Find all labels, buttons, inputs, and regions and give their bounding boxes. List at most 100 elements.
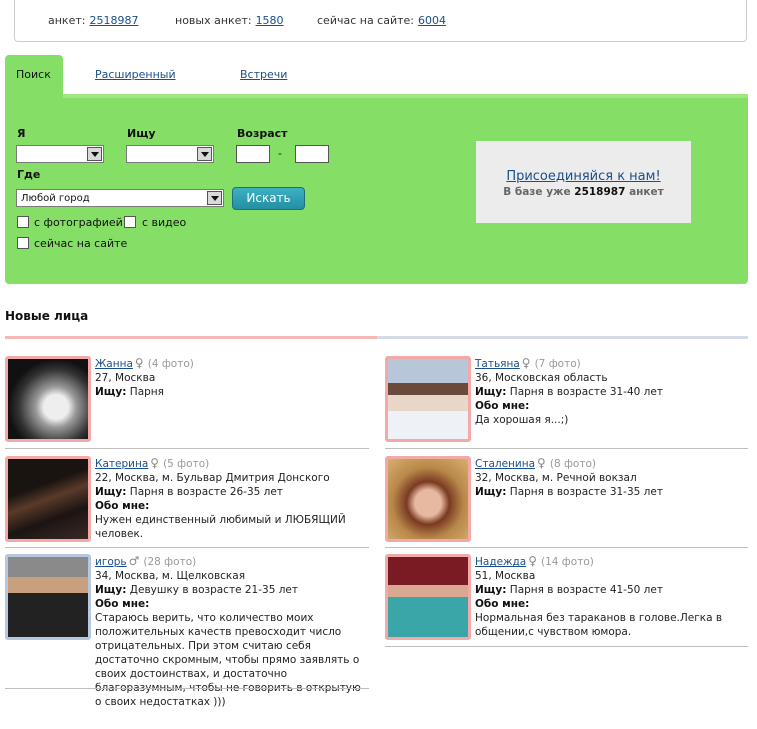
profile-seek: Парня в возрасте 31-40 лет bbox=[509, 386, 663, 398]
profile-photo[interactable] bbox=[5, 356, 91, 442]
female-icon: ♀ bbox=[537, 456, 546, 470]
seek-label: Ищу: bbox=[475, 486, 507, 498]
new-faces-divider-right bbox=[377, 336, 748, 339]
search-button[interactable]: Искать bbox=[232, 187, 305, 210]
avatar bbox=[388, 459, 468, 539]
profile-name-link[interactable]: Катерина bbox=[95, 458, 148, 470]
profile-details: 27, Москва bbox=[95, 372, 156, 384]
seek-label: Ищу: bbox=[95, 486, 127, 498]
profile-info: Катерина ♀ (5 фото) 22, Москва, м. Бульвар… bbox=[95, 456, 370, 541]
stat-online: сейчас на сайте: 6004 bbox=[317, 14, 446, 27]
stat-profiles-label: анкет: bbox=[48, 14, 86, 27]
photo-count: (14 фото) bbox=[541, 556, 594, 568]
city-select[interactable]: Любой город bbox=[16, 189, 224, 207]
card-separator bbox=[5, 688, 369, 689]
gender-label: Я bbox=[17, 127, 26, 140]
online-now-label: сейчас на сайте bbox=[34, 237, 128, 250]
profile-photo[interactable] bbox=[385, 356, 471, 442]
age-dash: - bbox=[278, 147, 282, 160]
profile-details: 22, Москва, м. Бульвар Дмитрия Донского bbox=[95, 472, 330, 484]
tab-search[interactable]: Поиск bbox=[5, 55, 63, 97]
female-icon: ♀ bbox=[528, 554, 537, 568]
tab-advanced-label: Расширенный bbox=[95, 68, 176, 81]
photo-count: (4 фото) bbox=[147, 358, 194, 370]
profile-about: Да хорошая я...;) bbox=[475, 414, 569, 426]
profile-about: Стараюсь верить, что количество моих пол… bbox=[95, 612, 361, 708]
stat-new-label: новых анкет: bbox=[175, 14, 252, 27]
age-from-input[interactable] bbox=[236, 145, 270, 163]
profile-name-link[interactable]: Надежда bbox=[475, 556, 526, 568]
profile-name-link[interactable]: игорь bbox=[95, 556, 127, 568]
profile-name-link[interactable]: Жанна bbox=[95, 358, 133, 370]
photo-count: (28 фото) bbox=[143, 556, 197, 568]
photo-count: (8 фото) bbox=[549, 458, 596, 470]
age-to-input[interactable] bbox=[295, 145, 329, 163]
new-faces-divider-left bbox=[5, 336, 377, 339]
profile-details: 51, Москва bbox=[475, 570, 536, 582]
card-separator bbox=[385, 646, 748, 647]
panel-top-border bbox=[63, 94, 748, 98]
profile-photo[interactable] bbox=[5, 456, 91, 542]
stat-profiles-link[interactable]: 2518987 bbox=[89, 14, 138, 27]
seek-label: Ищу bbox=[127, 127, 156, 140]
profile-info: Надежда ♀ (14 фото) 51, Москва Ищу: Парня … bbox=[475, 554, 750, 639]
stat-new-link[interactable]: 1580 bbox=[256, 14, 284, 27]
profile-seek: Парня в возрасте 41-50 лет bbox=[509, 584, 663, 596]
profile-about: Нужен единственный любимый и ЛЮБЯЩИЙ чел… bbox=[95, 514, 346, 540]
profile-details: 34, Москва, м. Щелковская bbox=[95, 570, 246, 582]
profile-photo[interactable] bbox=[385, 554, 471, 640]
chevron-down-icon[interactable] bbox=[87, 147, 102, 161]
profile-seek: Девушку в возрасте 21-35 лет bbox=[129, 584, 299, 596]
about-label: Обо мне: bbox=[475, 400, 530, 412]
avatar bbox=[388, 359, 468, 439]
join-text-after: анкет bbox=[629, 186, 664, 198]
profile-about: Нормальная без тараканов в голове.Легка … bbox=[475, 612, 723, 638]
online-now-checkbox[interactable] bbox=[17, 237, 29, 249]
photo-count: (5 фото) bbox=[163, 458, 210, 470]
card-separator bbox=[5, 547, 369, 548]
seek-label: Ищу: bbox=[95, 386, 127, 398]
with-video-checkbox[interactable] bbox=[124, 216, 136, 228]
join-text: В базе уже 2518987 анкет bbox=[476, 186, 691, 198]
profile-info: Татьяна ♀ (7 фото) 36, Московская область … bbox=[475, 356, 750, 427]
profile-name-link[interactable]: Татьяна bbox=[475, 358, 520, 370]
stat-online-label: сейчас на сайте: bbox=[317, 14, 414, 27]
female-icon: ♀ bbox=[134, 356, 144, 370]
about-label: Обо мне: bbox=[95, 500, 150, 512]
with-photo-label: с фотографией bbox=[34, 216, 123, 229]
with-video-label: с видео bbox=[142, 216, 187, 229]
profile-seek: Парня в возрасте 26-35 лет bbox=[129, 486, 283, 498]
profile-photo[interactable] bbox=[5, 554, 91, 640]
profile-details: 36, Московская область bbox=[475, 372, 608, 384]
profile-name-link[interactable]: Сталенина bbox=[475, 458, 535, 470]
seek-select[interactable] bbox=[126, 145, 214, 163]
join-link[interactable]: Присоединяйся к нам! bbox=[476, 169, 691, 184]
new-faces-title: Новые лица bbox=[5, 309, 89, 323]
card-separator bbox=[385, 448, 748, 449]
card-separator bbox=[385, 547, 748, 548]
male-icon: ♂ bbox=[128, 554, 140, 568]
chevron-down-icon[interactable] bbox=[207, 191, 222, 205]
age-label: Возраст bbox=[237, 127, 288, 140]
profile-photo[interactable] bbox=[385, 456, 471, 542]
with-photo-checkbox[interactable] bbox=[17, 216, 29, 228]
seek-label: Ищу: bbox=[475, 584, 507, 596]
tab-meetings-label: Встречи bbox=[240, 68, 288, 81]
female-icon: ♀ bbox=[150, 456, 160, 470]
profile-seek: Парня bbox=[129, 386, 164, 398]
stat-online-link[interactable]: 6004 bbox=[418, 14, 446, 27]
site-stats-bar: анкет: 2518987 новых анкет: 1580 сейчас на… bbox=[14, 0, 747, 42]
card-separator bbox=[5, 448, 369, 449]
gender-select[interactable] bbox=[16, 145, 104, 163]
profile-info: игорь ♂ (28 фото) 34, Москва, м. Щелковска… bbox=[95, 554, 370, 709]
join-count: 2518987 bbox=[574, 186, 626, 198]
avatar bbox=[388, 557, 468, 637]
join-text-before: В базе уже bbox=[503, 186, 571, 198]
stat-new: новых анкет: 1580 bbox=[175, 14, 284, 27]
about-label: Обо мне: bbox=[95, 598, 150, 610]
chevron-down-icon[interactable] bbox=[197, 147, 212, 161]
avatar bbox=[8, 359, 88, 439]
profile-info: Жанна ♀ (4 фото) 27, Москва Ищу: Парня bbox=[95, 356, 370, 399]
avatar bbox=[8, 459, 88, 539]
about-label: Обо мне: bbox=[475, 598, 530, 610]
